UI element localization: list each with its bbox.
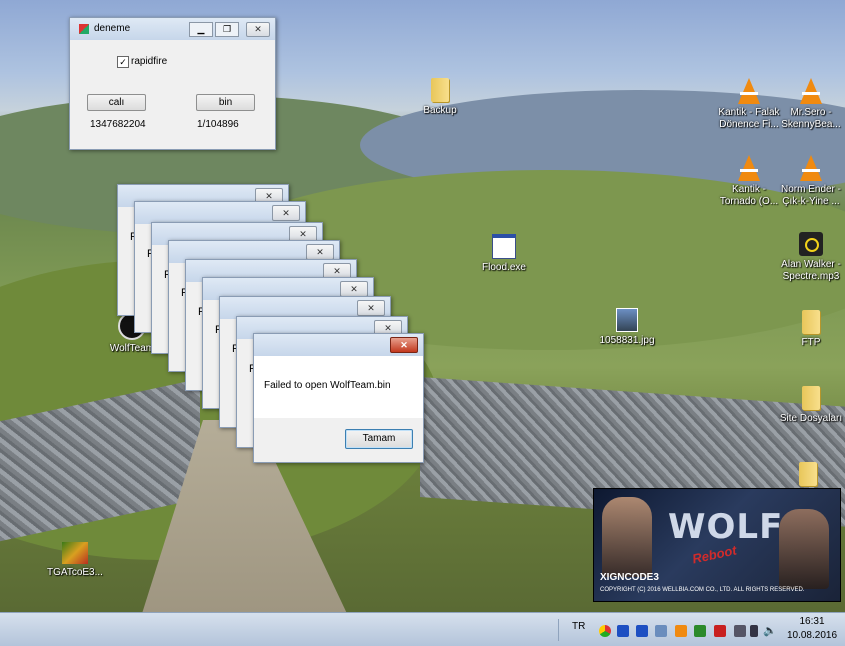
x-icon[interactable] bbox=[636, 625, 648, 637]
close-button[interactable]: ✕ bbox=[340, 281, 368, 297]
desktop-icon-flood-exe[interactable]: Flood.exe bbox=[469, 234, 539, 274]
close-button[interactable]: ✕ bbox=[246, 22, 270, 37]
cali-button[interactable]: calı bbox=[87, 94, 146, 111]
close-button[interactable]: ✕ bbox=[306, 244, 334, 260]
clock-date: 10.08.2016 bbox=[786, 630, 838, 641]
close-button[interactable]: ✕ bbox=[272, 205, 300, 221]
close-button[interactable]: ✕ bbox=[390, 337, 418, 353]
desktop-icon-label: FTP bbox=[801, 337, 821, 348]
photo-icon bbox=[616, 308, 638, 332]
app-icon bbox=[62, 542, 88, 564]
desktop-icon-kantik-falak[interactable]: Kantik - Falak Dönence Fi... bbox=[714, 78, 784, 131]
xigncode-brand: XIGNCODE3 bbox=[600, 572, 659, 583]
desktop-icon-ftp[interactable]: FTP bbox=[776, 310, 845, 349]
taskbar-divider bbox=[558, 619, 559, 641]
desktop-icon-norm-ender[interactable]: Norm Ender - Çık-k-Yine ... bbox=[776, 155, 845, 208]
taskbar: TR 🔈 16:31 10.08.2016 bbox=[0, 612, 845, 646]
value-left: 1347682204 bbox=[90, 119, 146, 130]
desktop-icon-label: WolfTeam bbox=[109, 343, 155, 354]
desktop-icon-label: Site Dosyaları bbox=[779, 413, 843, 424]
app-icon bbox=[79, 24, 89, 34]
deneme-window[interactable]: deneme ▁ ❐ ✕ ✓ rapidfire calı bin 134768… bbox=[69, 17, 276, 150]
desktop-icon-label: Mr.Sero - SkennyBea... bbox=[781, 107, 841, 130]
x-icon[interactable] bbox=[617, 625, 629, 637]
red-icon[interactable] bbox=[714, 625, 726, 637]
desktop-icon-site-dosyalari[interactable]: Site Dosyaları bbox=[776, 386, 845, 425]
dialog-body: Failed to open WolfTeam.bin bbox=[254, 356, 423, 418]
wolf-logo: WOLF bbox=[668, 507, 784, 547]
desktop-icon-label: Flood.exe bbox=[482, 262, 526, 273]
exe-icon bbox=[492, 234, 516, 259]
vlc-icon bbox=[800, 155, 822, 181]
desktop: Backup Kantik - Falak Dönence Fi... Mr.S… bbox=[0, 0, 845, 612]
vlc-icon bbox=[800, 78, 822, 104]
copyright-text: COPYRIGHT (C) 2016 WELLBIA.COM CO., LTD.… bbox=[600, 587, 805, 593]
error-dialog[interactable]: ✕ Failed to open WolfTeam.bin Tamam bbox=[253, 333, 424, 463]
bin-button[interactable]: bin bbox=[196, 94, 255, 111]
vlc-icon[interactable] bbox=[675, 625, 687, 637]
user-icon[interactable] bbox=[655, 625, 667, 637]
desktop-icon-label: 1058831.jpg bbox=[599, 335, 655, 346]
folder-icon bbox=[802, 386, 820, 410]
restore-button[interactable]: ❐ bbox=[215, 22, 239, 37]
soldier-image bbox=[602, 497, 652, 577]
soldier-image bbox=[779, 509, 829, 589]
value-right: 1/104896 bbox=[197, 119, 239, 130]
desktop-icon-label: Norm Ender - Çık-k-Yine ... bbox=[780, 184, 841, 207]
desktop-icon-folder[interactable] bbox=[783, 462, 833, 489]
desktop-icon-label: Kantik - Tornado (O... bbox=[719, 184, 779, 207]
speaker-icon[interactable]: 🔈 bbox=[763, 625, 777, 637]
network-icon[interactable] bbox=[734, 625, 746, 637]
vlc-icon bbox=[738, 155, 760, 181]
green-icon[interactable] bbox=[694, 625, 706, 637]
rapidfire-checkbox[interactable]: ✓ bbox=[117, 56, 129, 68]
desktop-icon-backup[interactable]: Backup bbox=[405, 78, 475, 117]
minimize-button[interactable]: ▁ bbox=[189, 22, 213, 37]
title-bar[interactable]: ✕ bbox=[254, 334, 423, 356]
desktop-icon-mrsero[interactable]: Mr.Sero - SkennyBea... bbox=[776, 78, 845, 131]
battery-icon[interactable] bbox=[750, 625, 758, 637]
rapidfire-label: rapidfire bbox=[131, 56, 168, 67]
chrome-icon[interactable] bbox=[599, 625, 611, 637]
vlc-icon bbox=[738, 78, 760, 104]
window-title: deneme bbox=[94, 23, 131, 34]
language-indicator[interactable]: TR bbox=[572, 621, 585, 632]
error-message: Failed to open WolfTeam.bin bbox=[264, 380, 391, 391]
title-bar[interactable]: deneme ▁ ❐ ✕ bbox=[70, 18, 275, 40]
title-bar[interactable]: ✕ bbox=[135, 202, 305, 224]
desktop-icon-kantik-tornado[interactable]: Kantik - Tornado (O... bbox=[714, 155, 784, 208]
music-icon bbox=[799, 232, 823, 256]
clock[interactable]: 16:31 10.08.2016 bbox=[784, 615, 840, 643]
clock-time: 16:31 bbox=[799, 616, 825, 627]
desktop-icon-alan-walker[interactable]: Alan Walker - Spectre.mp3 bbox=[776, 232, 845, 283]
desktop-icon-label: Kantik - Falak Dönence Fi... bbox=[718, 107, 780, 130]
desktop-icon-label: Alan Walker - Spectre.mp3 bbox=[781, 259, 841, 282]
desktop-icon-tgat[interactable]: TGATcoE3... bbox=[40, 542, 110, 579]
folder-icon bbox=[799, 462, 817, 486]
close-button[interactable]: ✕ bbox=[357, 300, 385, 316]
folder-icon bbox=[431, 78, 449, 102]
desktop-icon-label: TGATcoE3... bbox=[47, 567, 103, 578]
ok-button[interactable]: Tamam bbox=[345, 429, 413, 449]
desktop-icon-label: Backup bbox=[423, 105, 457, 116]
xigncode-splash: WOLF Reboot XIGNCODE3 COPYRIGHT (C) 2016… bbox=[593, 488, 841, 602]
folder-icon bbox=[802, 310, 820, 334]
desktop-icon-jpg[interactable]: 1058831.jpg bbox=[592, 308, 662, 347]
